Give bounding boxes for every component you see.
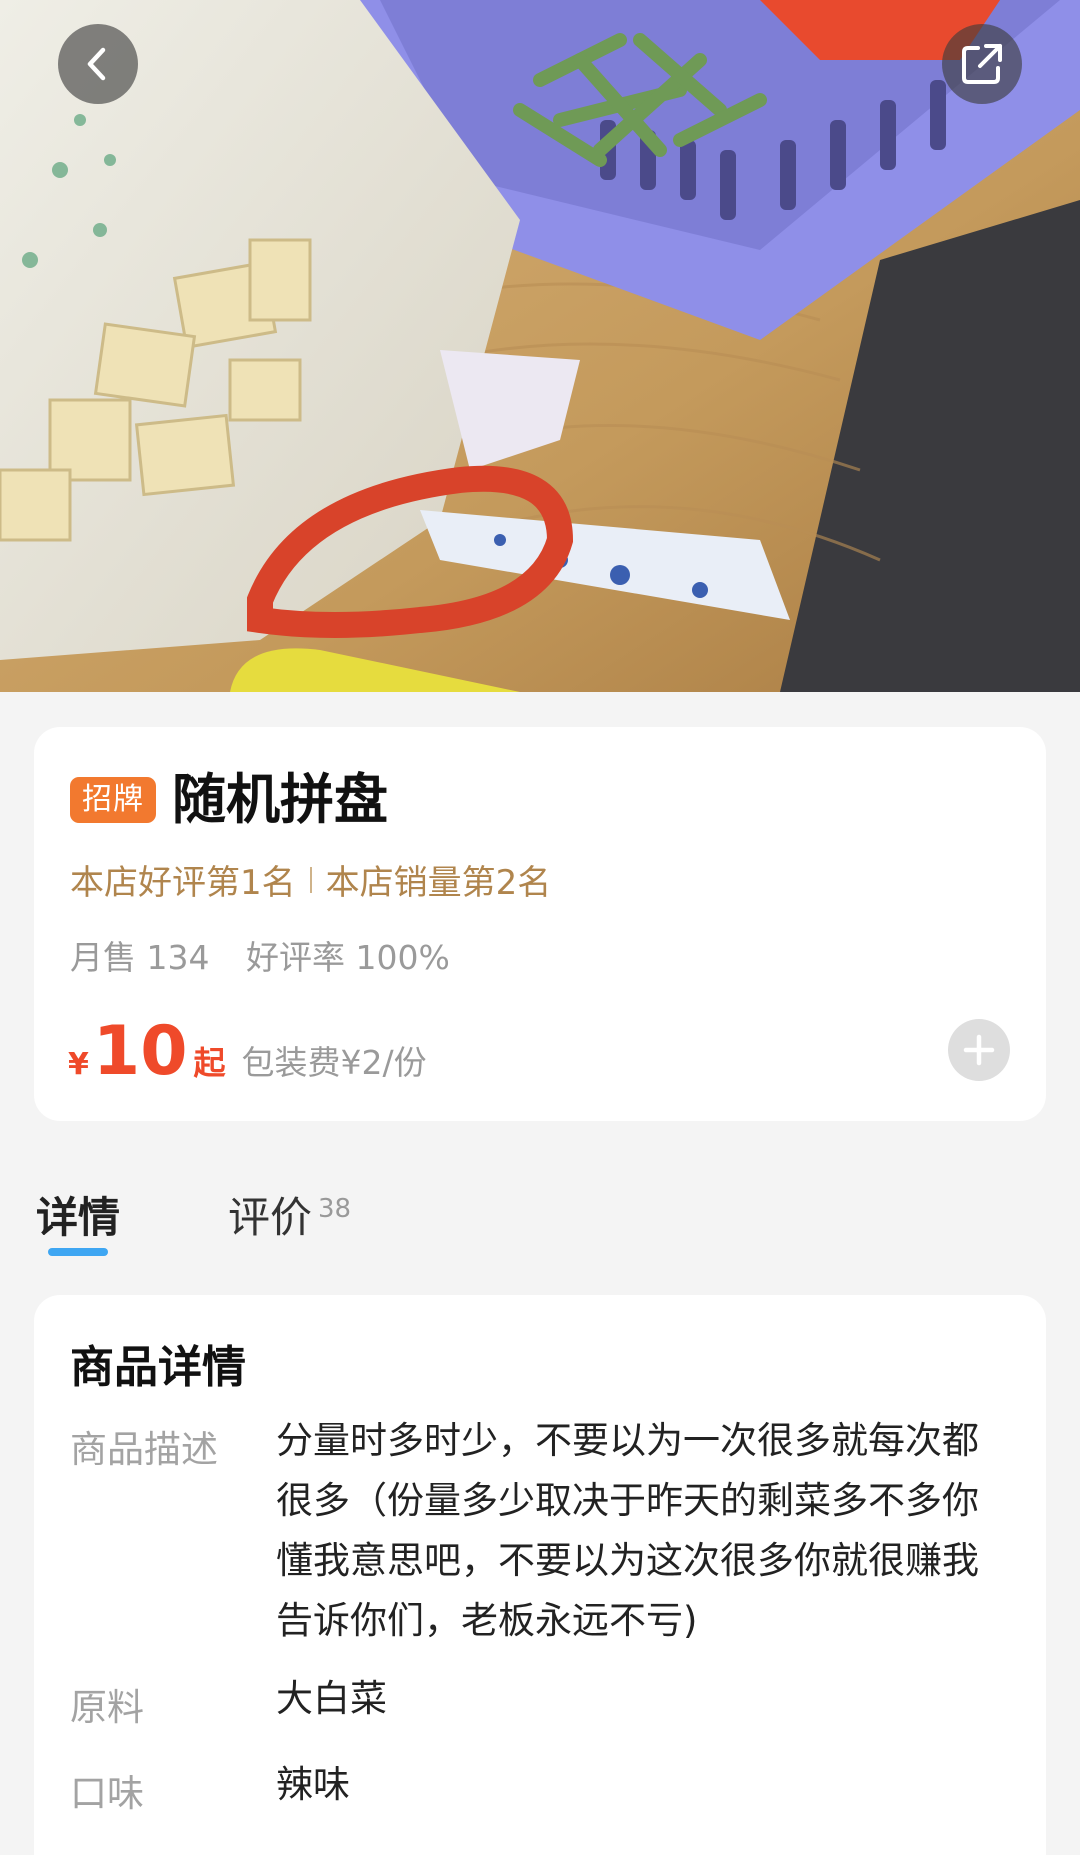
back-button[interactable] (58, 24, 138, 104)
currency-symbol: ¥ (68, 1047, 89, 1082)
product-photo[interactable] (0, 0, 1080, 692)
ingredient-label: 原料 (70, 1686, 144, 1729)
product-name: 随机拼盘 (172, 768, 388, 831)
rank-good-rating: 本店好评第1名 (70, 863, 296, 903)
description-label: 商品描述 (70, 1428, 218, 1471)
share-button[interactable] (942, 24, 1022, 104)
signature-badge: 招牌 (70, 777, 156, 823)
tab-reviews-label: 评价 (228, 1193, 313, 1242)
monthly-sales: 月售 134 (70, 938, 210, 977)
tab-details[interactable]: 详情 (36, 1184, 120, 1245)
ingredient-value: 大白菜 (276, 1677, 387, 1720)
description-value: 分量时多时少，不要以为一次很多就每次都很多（份量多少取决于昨天的剩菜多不多你懂我… (276, 1419, 979, 1642)
details-section-title: 商品详情 (70, 1342, 246, 1393)
chevron-left-icon (87, 47, 106, 81)
share-external-icon (962, 44, 1002, 84)
flavor-label: 口味 (70, 1772, 144, 1815)
good-rate: 好评率 100% (245, 938, 450, 977)
add-to-cart-button[interactable] (948, 1019, 1010, 1081)
price-value: 10 (92, 1012, 188, 1091)
active-tab-indicator (48, 1248, 108, 1256)
title-row: 招牌 随机拼盘 (70, 765, 388, 835)
reviews-count: 38 (318, 1194, 352, 1224)
flavor-value: 辣味 (276, 1763, 350, 1806)
price-row: ¥ 10 起 包装费¥2/份 (68, 1017, 427, 1087)
product-details-card: 商品详情 商品描述 分量时多时少，不要以为一次很多就每次都很多（份量多少取决于昨… (34, 1295, 1046, 1855)
sales-stats: 月售 134 好评率 100% (70, 931, 450, 979)
plus-icon (963, 1034, 995, 1066)
rank-sales: 本店销量第2名 (325, 863, 552, 903)
ranking-row[interactable]: 本店好评第1名 本店销量第2名 (70, 855, 551, 904)
price-suffix: 起 (193, 1044, 226, 1082)
product-info-card: 招牌 随机拼盘 本店好评第1名 本店销量第2名 月售 134 好评率 100% … (34, 727, 1046, 1121)
product-photo-illustration (0, 0, 1080, 692)
tab-reviews[interactable]: 评价 38 (228, 1184, 351, 1245)
rank-divider (309, 866, 312, 893)
packing-fee: 包装费¥2/份 (241, 1043, 427, 1082)
